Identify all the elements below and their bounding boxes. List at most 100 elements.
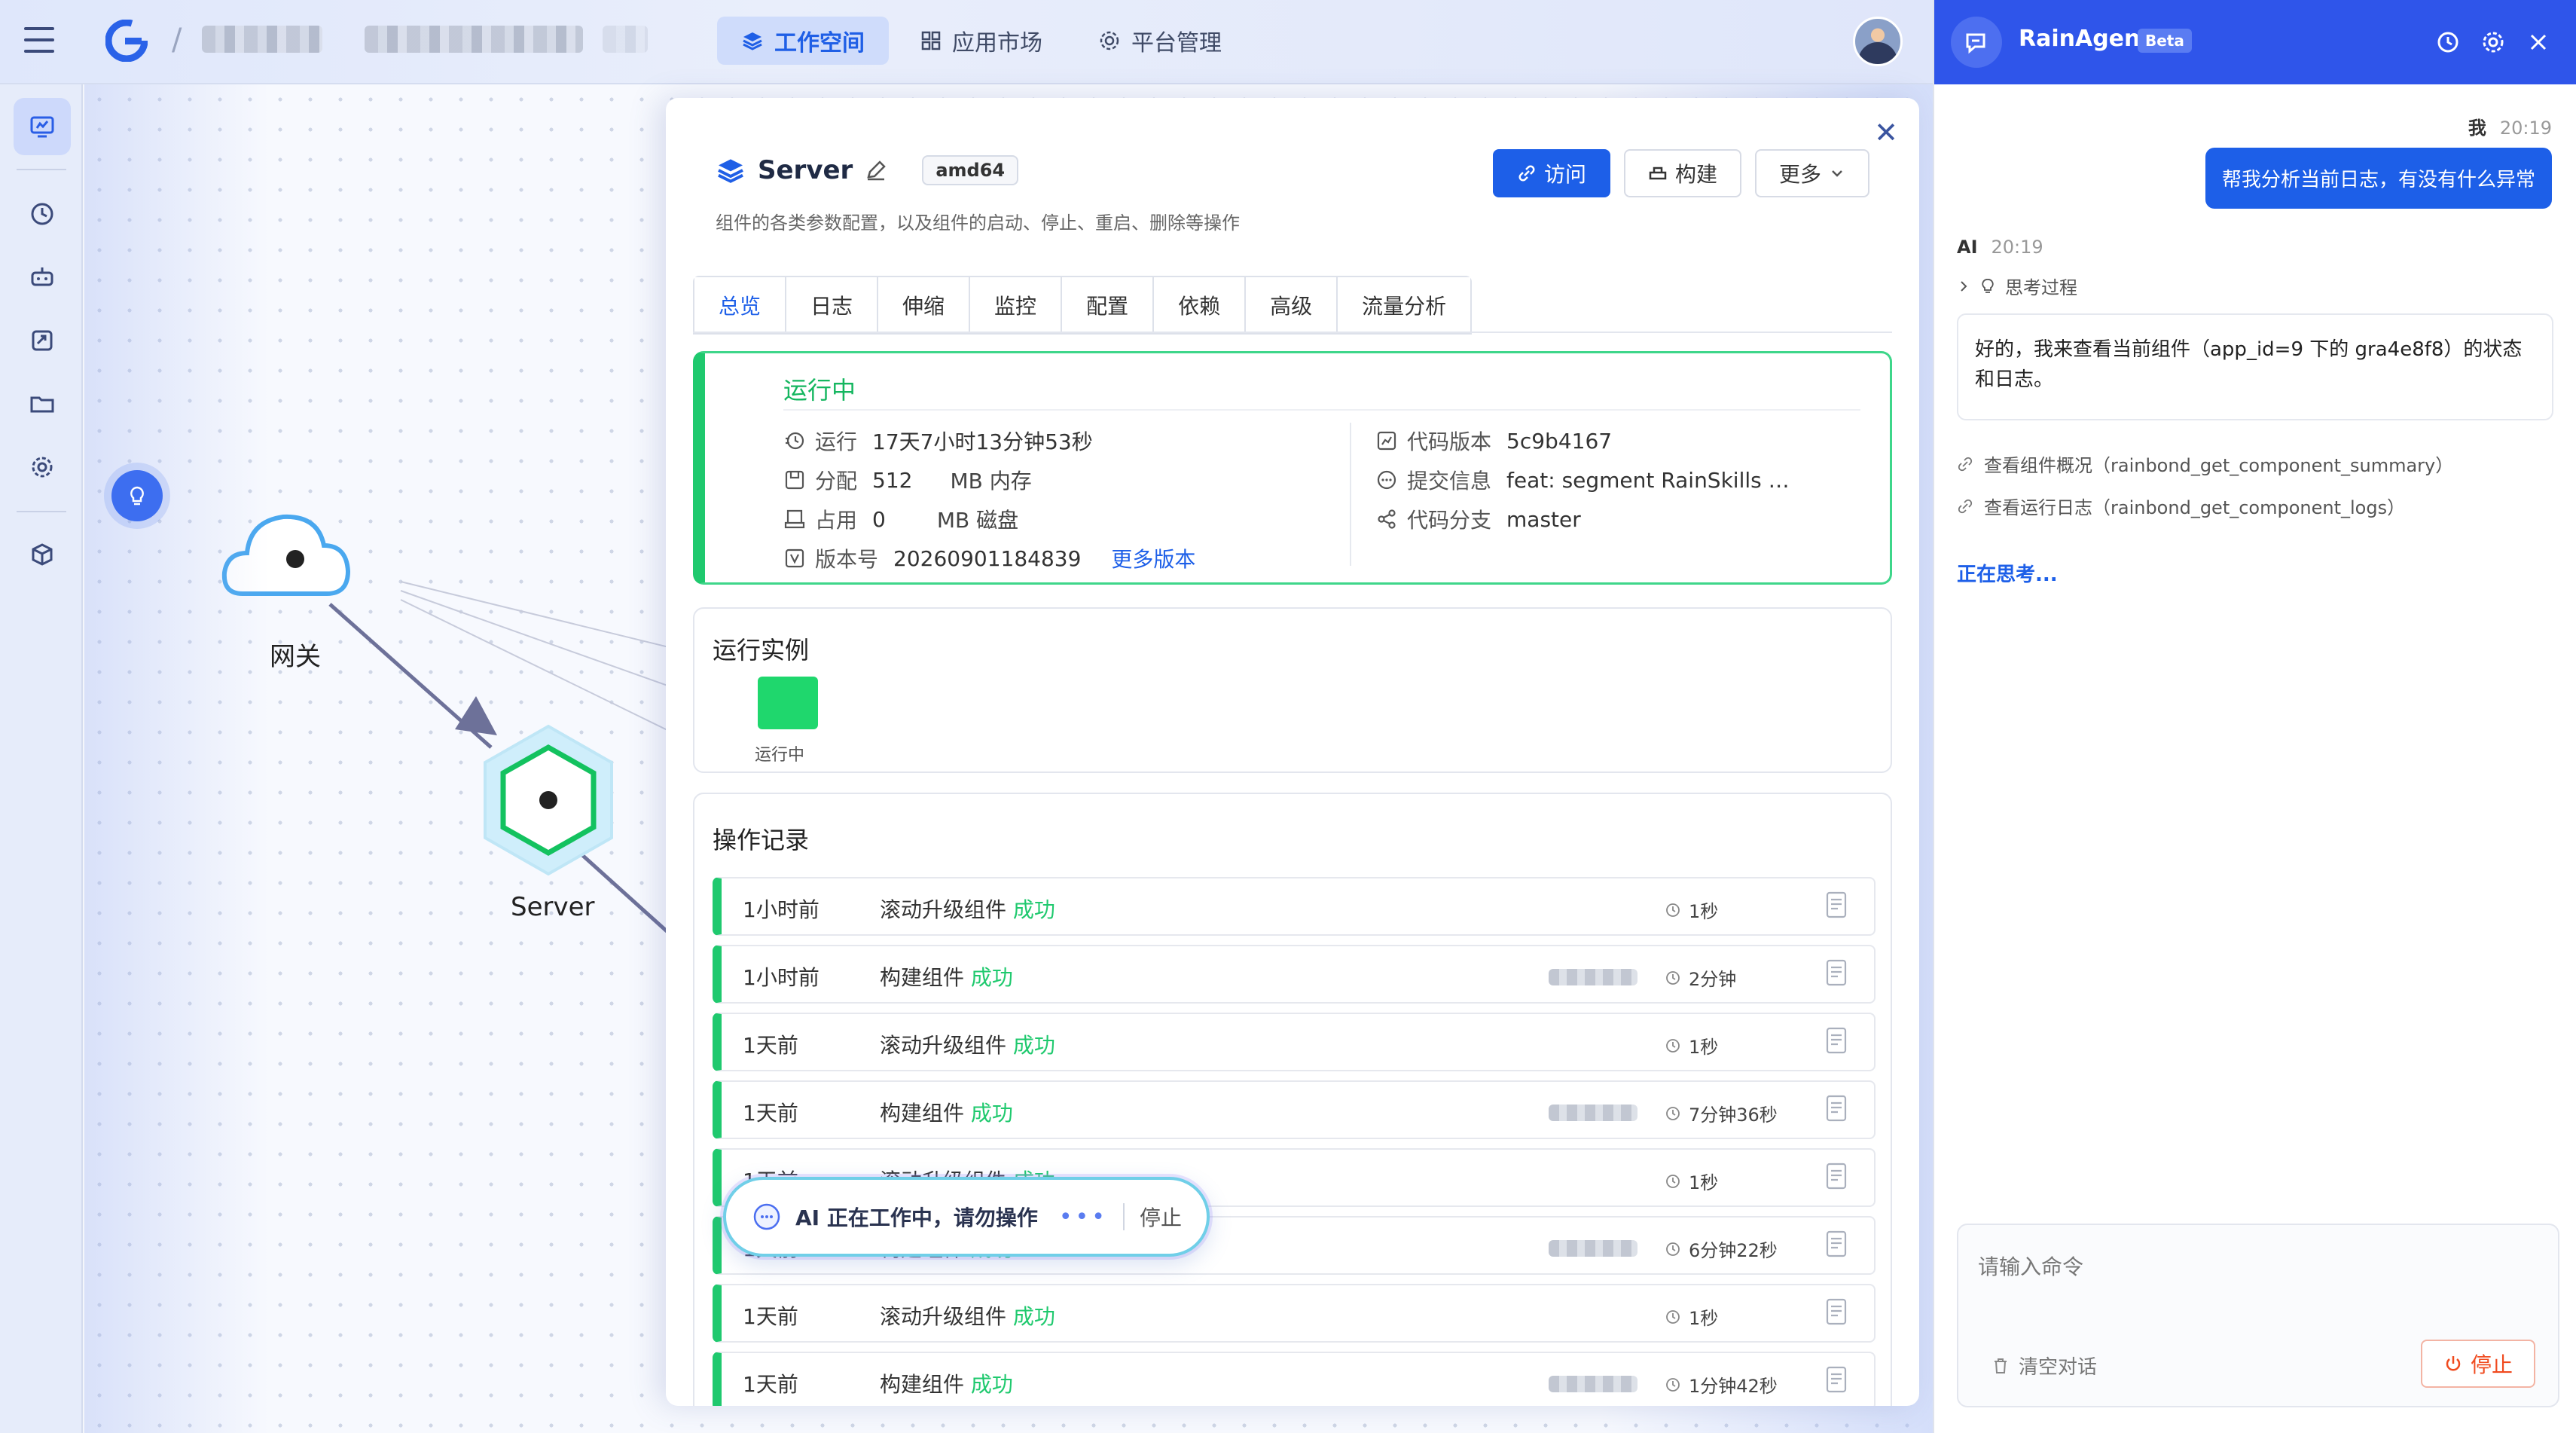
tab-traffic[interactable]: 流量分析 [1338, 277, 1471, 333]
operation-row[interactable]: 1天前 滚动升级组件 成功 1秒 [713, 1284, 1876, 1343]
log-document-icon[interactable] [1824, 1026, 1850, 1056]
tool-call-item[interactable]: 查看组件概况（rainbond_get_component_summary） [1957, 451, 2453, 477]
tab-advanced[interactable]: 高级 [1246, 277, 1338, 333]
trash-icon [1995, 1358, 2007, 1373]
sidebar-item-package[interactable] [14, 526, 71, 583]
edit-icon[interactable] [865, 159, 887, 182]
node-label-server[interactable]: Server [511, 892, 595, 922]
alloc-value: 512 [872, 467, 913, 493]
chat-icon [753, 1203, 780, 1230]
tab-scaling[interactable]: 伸缩 [878, 277, 971, 333]
more-versions-link[interactable]: 更多版本 [1111, 543, 1195, 573]
operation-row[interactable]: 1小时前 滚动升级组件 成功 1秒 [713, 877, 1876, 936]
close-icon[interactable] [2525, 29, 2552, 56]
operation-action-label: 构建组件 [880, 965, 965, 990]
build-button[interactable]: 构建 [1623, 149, 1741, 197]
edge-faint [400, 581, 673, 649]
operation-row[interactable]: 1天前 构建组件 成功 1分钟42秒 [713, 1352, 1876, 1406]
operation-result: 成功 [970, 965, 1013, 990]
link-icon [1958, 457, 1973, 471]
cloud-icon[interactable] [221, 514, 351, 596]
tabs-underline [693, 332, 1892, 333]
alloc-row: 分配 512 MB 内存 [783, 465, 1032, 495]
drawer-tabs: 总览 日志 伸缩 监控 配置 依赖 高级 流量分析 [693, 276, 1473, 335]
clock-icon [1666, 903, 1680, 917]
power-icon [2446, 1356, 2461, 1371]
log-document-icon[interactable] [1824, 1365, 1850, 1395]
nav-tab-label: 应用市场 [952, 30, 1042, 57]
nav-tab-market[interactable]: 应用市场 [896, 17, 1067, 65]
status-divider [783, 409, 1860, 411]
sidebar-item-overview[interactable] [14, 98, 71, 155]
operation-row[interactable]: 1天前 构建组件 成功 7分钟36秒 [713, 1080, 1876, 1139]
operation-duration: 1秒 [1665, 897, 1718, 923]
operation-duration-value: 1秒 [1689, 1308, 1719, 1329]
breadcrumb-team-redacted[interactable] [202, 26, 322, 53]
tab-monitor[interactable]: 监控 [970, 277, 1063, 333]
sidebar-item-robot[interactable] [14, 249, 71, 306]
log-document-icon[interactable] [1824, 1094, 1850, 1124]
thinking-process-toggle[interactable]: 思考过程 [1957, 273, 2077, 299]
operation-duration: 1秒 [1665, 1303, 1718, 1330]
nav-tab-platform[interactable]: 平台管理 [1074, 17, 1246, 65]
user-avatar[interactable] [1853, 17, 1903, 66]
main-nav: 工作空间 应用市场 平台管理 [717, 17, 1246, 65]
instance-pod[interactable] [758, 677, 818, 729]
logo-icon[interactable] [105, 20, 148, 62]
operation-result: 成功 [970, 1101, 1013, 1126]
more-button-label: 更多 [1778, 162, 1821, 187]
hexagon-icon[interactable] [484, 724, 613, 876]
node-label-gateway[interactable]: 网关 [270, 636, 321, 673]
monitor-icon [30, 116, 54, 138]
build-button-label: 构建 [1674, 162, 1717, 187]
sidebar-item-files[interactable] [14, 375, 71, 432]
tab-logs[interactable]: 日志 [786, 277, 879, 333]
log-document-icon[interactable] [1824, 1297, 1850, 1328]
sidebar-item-history[interactable] [14, 185, 71, 243]
tool-call-label: 查看组件概况（rainbond_get_component_summary） [1984, 455, 2454, 476]
operation-action: 构建组件 成功 [880, 1097, 1013, 1127]
code-version-label: 代码版本 [1407, 429, 1492, 454]
operation-duration-value: 1秒 [1689, 1172, 1719, 1193]
sidebar-item-publish[interactable] [14, 312, 71, 369]
agent-header: RainAgent Beta [1934, 0, 2576, 84]
tab-dependency[interactable]: 依赖 [1154, 277, 1247, 333]
tool-call-item[interactable]: 查看运行日志（rainbond_get_component_logs） [1957, 493, 2405, 519]
command-input[interactable]: 请输入命令 清空对话 停止 [1957, 1224, 2559, 1407]
robot-icon [31, 267, 53, 286]
operation-row[interactable]: 1小时前 构建组件 成功 2分钟 [713, 945, 1876, 1004]
operation-duration-value: 1分钟42秒 [1689, 1376, 1778, 1397]
operation-row[interactable]: 1天前 滚动升级组件 成功 1秒 [713, 1013, 1876, 1071]
close-icon[interactable]: ✕ [1866, 113, 1906, 152]
instances-title: 运行实例 [713, 636, 810, 665]
visit-button-label: 访问 [1543, 162, 1586, 187]
breadcrumb-app-redacted[interactable] [365, 26, 583, 53]
gear-icon[interactable] [2480, 29, 2507, 56]
ai-working-message: AI 正在工作中，请勿操作 [795, 1205, 1038, 1230]
tips-button[interactable] [111, 470, 163, 521]
operations-title: 操作记录 [713, 826, 810, 854]
visit-button[interactable]: 访问 [1492, 149, 1610, 197]
tab-overview[interactable]: 总览 [694, 277, 787, 333]
nav-tab-workspace[interactable]: 工作空间 [717, 17, 889, 65]
operation-action-label: 滚动升级组件 [880, 1033, 1007, 1058]
run-time-row: 运行 17天7小时13分钟53秒 [783, 426, 1093, 456]
tab-config[interactable]: 配置 [1062, 277, 1155, 333]
menu-icon[interactable] [24, 27, 54, 53]
log-document-icon[interactable] [1824, 891, 1850, 921]
log-document-icon[interactable] [1824, 1162, 1850, 1192]
clear-chat-button[interactable]: 清空对话 [1992, 1352, 2097, 1380]
more-button[interactable]: 更多 [1754, 149, 1869, 197]
user-message-bubble: 帮我分析当前日志，有没有什么异常 [2205, 148, 2552, 209]
branch-value: master [1506, 506, 1581, 532]
log-document-icon[interactable] [1824, 1230, 1850, 1260]
code-version-row: 代码版本 5c9b4167 [1375, 426, 1612, 456]
sidebar-item-settings[interactable] [14, 438, 71, 496]
stop-button[interactable]: 停止 [2421, 1340, 2535, 1388]
link-icon [1518, 165, 1535, 182]
log-document-icon[interactable] [1824, 958, 1850, 988]
ai-stop-link[interactable]: 停止 [1140, 1202, 1182, 1232]
history-icon[interactable] [2434, 29, 2462, 56]
commit-row: 提交信息 feat: segment RainSkills … [1375, 465, 1790, 495]
publish-icon [32, 330, 53, 351]
